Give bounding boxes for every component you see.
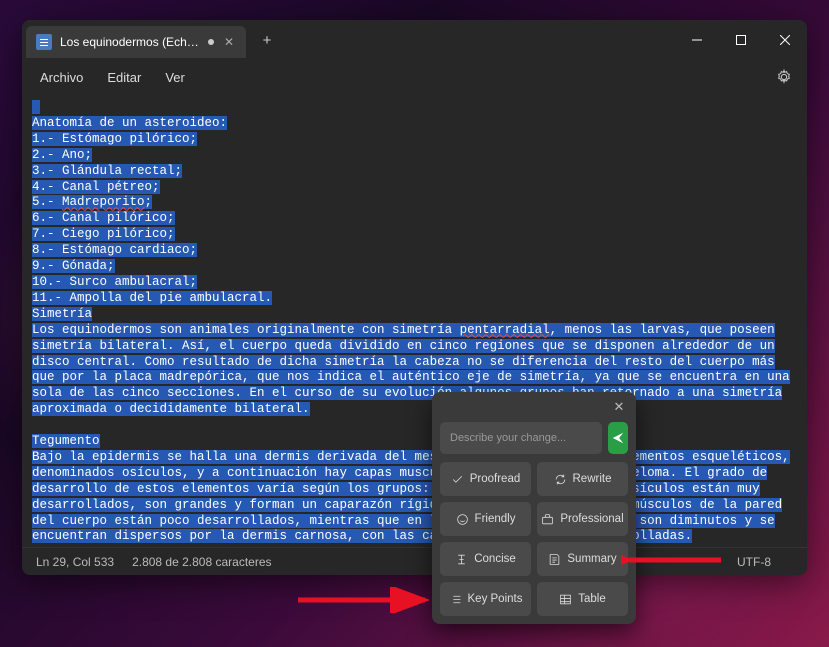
ai-send-button[interactable] [608,422,628,454]
maximize-icon [736,35,746,45]
new-tab-button[interactable]: + [252,25,282,55]
ai-assist-popup: ✕ Proofread Rewrite Friendly Professiona… [432,392,636,624]
briefcase-icon [541,513,554,526]
statusbar: Ln 29, Col 533 2.808 de 2.808 caracteres… [22,547,807,575]
ai-prompt-input[interactable] [440,422,602,454]
maximize-button[interactable] [719,20,763,60]
ai-professional-button[interactable]: Professional [537,502,628,536]
table-icon [559,593,572,606]
notepad-window: Los equinodermos (Echinodermata ✕ + Arch… [22,20,807,575]
encoding: UTF-8 [737,555,771,569]
cursor-position: Ln 29, Col 533 [36,555,114,569]
ai-keypoints-button[interactable]: Key Points [440,582,531,616]
ai-proofread-button[interactable]: Proofread [440,462,531,496]
titlebar: Los equinodermos (Echinodermata ✕ + [22,20,807,60]
document-tab[interactable]: Los equinodermos (Echinodermata ✕ [26,26,246,58]
ai-table-button[interactable]: Table [537,582,628,616]
tab-title: Los equinodermos (Echinodermata [60,35,200,49]
ai-friendly-button[interactable]: Friendly [440,502,531,536]
settings-button[interactable] [769,62,799,92]
smile-icon [456,513,469,526]
check-icon [451,473,464,486]
character-count: 2.808 de 2.808 caracteres [132,555,271,569]
refresh-icon [554,473,567,486]
menubar: Archivo Editar Ver [22,60,807,94]
compress-icon [455,553,468,566]
menu-ver[interactable]: Ver [155,66,195,89]
ai-summary-button[interactable]: Summary [537,542,628,576]
close-icon [780,35,790,45]
window-controls [675,20,807,60]
tab-close-button[interactable]: ✕ [222,35,236,49]
ai-concise-button[interactable]: Concise [440,542,531,576]
close-button[interactable] [763,20,807,60]
ai-close-button[interactable]: ✕ [610,398,628,416]
unsaved-indicator [208,39,214,45]
minimize-icon [692,35,702,45]
send-icon [611,431,625,445]
gear-icon [776,69,792,85]
document-icon [548,553,561,566]
list-icon [449,593,462,606]
menu-archivo[interactable]: Archivo [30,66,93,89]
ai-rewrite-button[interactable]: Rewrite [537,462,628,496]
text-editor[interactable]: Anatomía de un asteroideo:1.- Estómago p… [22,94,807,547]
minimize-button[interactable] [675,20,719,60]
menu-editar[interactable]: Editar [97,66,151,89]
document-icon [36,34,52,50]
